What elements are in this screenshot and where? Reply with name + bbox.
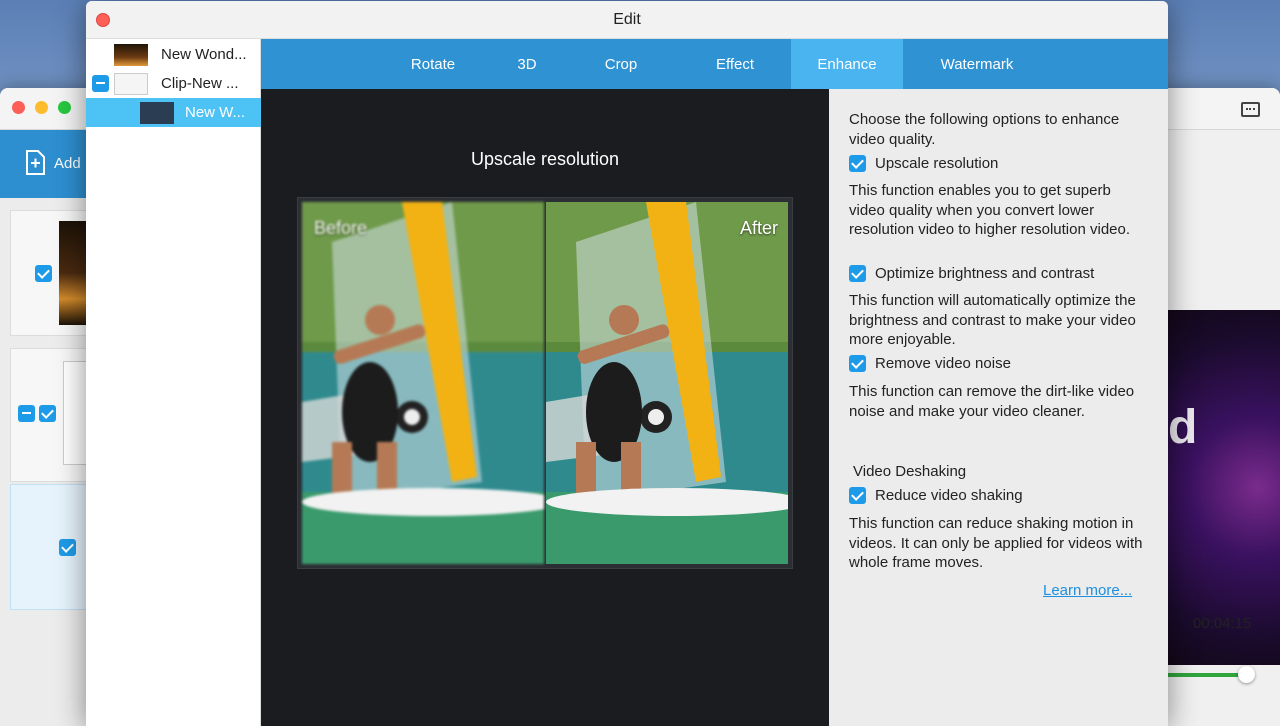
upscale-resolution-desc: This function enables you to get superb … (849, 182, 1131, 238)
checkbox-icon[interactable] (849, 487, 866, 504)
before-after-frame: Before After (297, 197, 793, 569)
checkbox-icon[interactable] (849, 265, 866, 282)
upscale-resolution-checkbox[interactable]: Upscale resolution (849, 155, 998, 172)
collapse-icon[interactable] (92, 75, 109, 92)
after-image: After (546, 202, 788, 564)
volume-slider-track[interactable] (1168, 673, 1246, 677)
edit-dialog: Edit New Wond... Clip-New ... New W... R… (86, 1, 1168, 726)
tab-effect[interactable]: Effect (681, 39, 789, 89)
edit-tabs: Rotate 3D Crop Effect Enhance Watermark (261, 39, 1168, 89)
file-label: New Wond... (161, 46, 247, 63)
reduce-shaking-desc: This function can reduce shaking motion … (849, 515, 1143, 571)
file-item-selected[interactable]: New W... (86, 98, 261, 127)
remove-noise-desc: This function can remove the dirt-like v… (849, 383, 1135, 420)
options-intro: Choose the following options to enhance … (849, 111, 1120, 148)
file-thumbnail (114, 73, 148, 95)
reduce-shaking-label: Reduce video shaking (875, 487, 1023, 504)
collapse-icon[interactable] (18, 405, 35, 422)
tab-enhance[interactable]: Enhance (791, 39, 903, 89)
background-video-preview (1168, 310, 1280, 665)
remove-noise-checkbox[interactable]: Remove video noise (849, 355, 1011, 372)
reduce-shaking-checkbox[interactable]: Reduce video shaking (849, 487, 1023, 504)
item-checkbox[interactable] (59, 539, 76, 556)
learn-more-link[interactable]: Learn more... (1043, 582, 1132, 599)
before-image: Before (302, 202, 544, 564)
deshaking-heading: Video Deshaking (853, 463, 967, 480)
remove-noise-label: Remove video noise (875, 355, 1011, 372)
file-item[interactable]: Clip-New ... (86, 69, 261, 98)
file-label: New W... (185, 104, 246, 121)
volume-slider-handle[interactable] (1238, 666, 1255, 683)
tab-watermark[interactable]: Watermark (921, 39, 1033, 89)
list-item[interactable] (10, 210, 91, 336)
optimize-brightness-checkbox[interactable]: Optimize brightness and contrast (849, 265, 1094, 282)
background-file-list (10, 210, 91, 726)
item-checkbox[interactable] (39, 405, 56, 422)
close-window-button[interactable] (12, 101, 25, 114)
add-file-icon (26, 150, 45, 175)
file-label: Clip-New ... (161, 75, 239, 92)
video-overlay-glyph: d (1168, 401, 1198, 454)
dialog-title: Edit (86, 1, 1168, 39)
preview-title: Upscale resolution (470, 149, 620, 169)
add-file-button[interactable]: Add (24, 150, 81, 176)
enhance-options-panel: Choose the following options to enhance … (829, 89, 1168, 726)
tab-crop[interactable]: Crop (573, 39, 669, 89)
optimize-brightness-desc: This function will automatically optimiz… (849, 292, 1136, 348)
close-dialog-button[interactable] (96, 13, 110, 27)
checkbox-icon[interactable] (849, 355, 866, 372)
minimize-window-button[interactable] (35, 101, 48, 114)
feedback-icon[interactable] (1241, 102, 1260, 117)
upscale-resolution-label: Upscale resolution (875, 155, 999, 172)
list-item[interactable] (10, 484, 90, 610)
after-label: After (739, 218, 778, 238)
checkbox-icon[interactable] (849, 155, 866, 172)
file-item[interactable]: New Wond... (86, 40, 261, 69)
file-thumbnail (114, 44, 148, 66)
dialog-file-list: New Wond... Clip-New ... New W... (86, 39, 261, 726)
enhance-preview: Upscale resolution Before After (261, 89, 829, 726)
before-label: Before (314, 218, 368, 238)
zoom-window-button[interactable] (58, 101, 71, 114)
time-display: 00:04:15 (1193, 615, 1252, 632)
list-item[interactable] (10, 348, 91, 482)
tab-rotate[interactable]: Rotate (387, 39, 479, 89)
tab-3d[interactable]: 3D (487, 39, 567, 89)
add-file-label: Add (54, 154, 81, 172)
file-thumbnail (140, 102, 174, 124)
optimize-brightness-label: Optimize brightness and contrast (875, 265, 1095, 282)
item-checkbox[interactable] (35, 265, 52, 282)
